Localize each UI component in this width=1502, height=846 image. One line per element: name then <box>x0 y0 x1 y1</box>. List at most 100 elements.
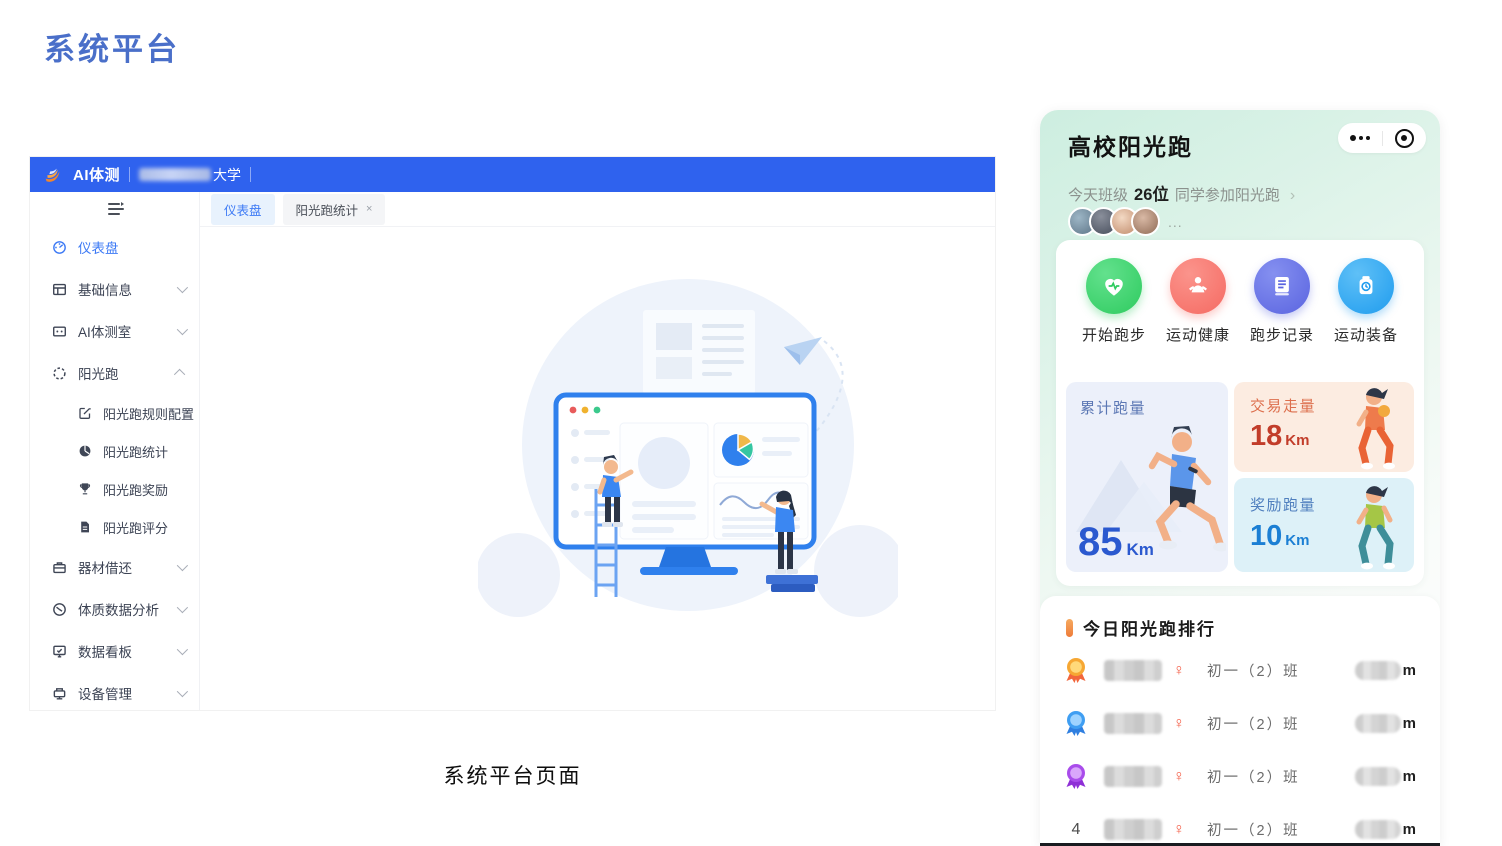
admin-top-bar: AI体测 大学 <box>30 157 995 192</box>
action-start-running[interactable]: 开始跑步 <box>1076 258 1152 345</box>
sidebar: 仪表盘 基础信息 AI体测室 阳光跑 阳光跑规则配置 <box>30 192 200 710</box>
walking-woman-green-figure <box>1344 484 1406 570</box>
ranking-row[interactable]: ♀ 初一（2）班 m <box>1040 644 1440 697</box>
run-stats-icon <box>77 444 92 459</box>
sidebar-item-equipment[interactable]: 器材借还 <box>30 546 199 588</box>
exercise-person-icon <box>1170 258 1226 314</box>
reward-trophy-icon <box>77 482 92 497</box>
record-circle-icon[interactable] <box>1383 123 1427 153</box>
miniapp-title: 高校阳光跑 <box>1068 128 1193 162</box>
organization-name: 大学 <box>139 165 241 185</box>
sidebar-item-device-management[interactable]: 设备管理 <box>30 672 199 714</box>
rule-config-icon <box>77 406 92 421</box>
distance-value: m <box>1355 714 1416 733</box>
distance-value: m <box>1355 767 1416 786</box>
menu-fold-icon[interactable] <box>108 202 124 221</box>
bronze-medal-icon <box>1060 763 1092 791</box>
stats-cards: 累计跑量 85Km 交易走量 <box>1066 382 1414 574</box>
ranking-row[interactable]: ♀ 初一（2）班 m <box>1040 697 1440 750</box>
chevron-down-icon <box>177 282 188 293</box>
female-icon: ♀ <box>1173 768 1185 786</box>
participant-avatars[interactable]: ... <box>1068 207 1183 236</box>
stat-trade-distance[interactable]: 交易走量 18Km <box>1234 382 1414 472</box>
chevron-down-icon <box>177 686 188 697</box>
tab-dashboard[interactable]: 仪表盘 <box>211 194 275 225</box>
female-icon: ♀ <box>1173 662 1185 680</box>
sidebar-item-sunrun-rule-config[interactable]: 阳光跑规则配置 <box>30 394 199 432</box>
action-gear[interactable]: 运动装备 <box>1328 258 1404 345</box>
masked-student-name <box>1104 819 1162 840</box>
masked-distance <box>1355 714 1401 733</box>
masked-distance <box>1355 820 1401 839</box>
ranking-row[interactable]: ♀ 初一（2）班 m <box>1040 750 1440 803</box>
gear-watch-icon <box>1338 258 1394 314</box>
sun-run-icon <box>52 366 67 381</box>
masked-student-name <box>1104 766 1162 787</box>
score-file-icon <box>77 520 92 535</box>
stat-total-distance[interactable]: 累计跑量 85Km <box>1066 382 1228 572</box>
gold-medal-icon <box>1060 657 1092 685</box>
sidebar-item-sunrun-score[interactable]: 阳光跑评分 <box>30 508 199 546</box>
sidebar-item-sunrun-reward[interactable]: 阳光跑奖励 <box>30 470 199 508</box>
brand-name: AI体测 <box>73 164 120 185</box>
sidebar-item-sun-run[interactable]: 阳光跑 <box>30 352 199 394</box>
dashboard-canvas <box>200 227 995 710</box>
distance-value: m <box>1355 661 1416 680</box>
ranking-row[interactable]: 4 ♀ 初一（2）班 m <box>1040 803 1440 846</box>
masked-student-name <box>1104 660 1162 681</box>
masked-distance <box>1355 767 1401 786</box>
female-icon: ♀ <box>1173 821 1185 839</box>
quick-actions: 开始跑步 运动健康 跑步记录 运动装备 <box>1056 240 1424 345</box>
participant-count: 26位 <box>1134 181 1169 205</box>
female-icon: ♀ <box>1173 715 1185 733</box>
avatar <box>1131 207 1160 236</box>
sidebar-item-dashboard[interactable]: 仪表盘 <box>30 226 199 268</box>
pie-panel <box>714 423 808 477</box>
close-tab-icon[interactable]: × <box>366 204 372 215</box>
rank-number: 4 <box>1060 821 1092 839</box>
chevron-up-icon <box>174 369 185 380</box>
orange-bar-icon <box>1066 619 1073 637</box>
dashboard-illustration <box>478 277 898 622</box>
sidebar-item-ai-room[interactable]: AI体测室 <box>30 310 199 352</box>
ai-room-icon <box>52 324 67 339</box>
avatars-more-label: ... <box>1168 214 1183 230</box>
screenshot-caption: 系统平台页面 <box>30 760 995 790</box>
chevron-down-icon <box>177 324 188 335</box>
chevron-down-icon <box>177 644 188 655</box>
wechat-capsule <box>1338 123 1426 153</box>
document-shape <box>643 310 755 394</box>
sidebar-item-physique-analysis[interactable]: 体质数据分析 <box>30 588 199 630</box>
chevron-down-icon <box>177 602 188 613</box>
sidebar-item-data-board[interactable]: 数据看板 <box>30 630 199 672</box>
chevron-down-icon <box>177 560 188 571</box>
masked-text <box>139 168 211 181</box>
admin-content: 仪表盘 阳光跑统计 × <box>200 192 995 710</box>
record-book-icon <box>1254 258 1310 314</box>
ranking-card: 今日阳光跑排行 ♀ 初一（2）班 m ♀ 初一（2）班 m <box>1040 596 1440 846</box>
silver-medal-icon <box>1060 710 1092 738</box>
equipment-bag-icon <box>52 560 67 575</box>
admin-platform-window: AI体测 大学 仪表盘 基础信息 <box>30 157 995 710</box>
device-icon <box>52 686 67 701</box>
header-divider <box>250 167 251 182</box>
tab-sunrun-stats[interactable]: 阳光跑统计 × <box>283 194 386 225</box>
action-health[interactable]: 运动健康 <box>1160 258 1236 345</box>
summary-card: 开始跑步 运动健康 跑步记录 运动装备 <box>1056 240 1424 586</box>
sidebar-item-sunrun-stats[interactable]: 阳光跑统计 <box>30 432 199 470</box>
action-run-records[interactable]: 跑步记录 <box>1244 258 1320 345</box>
masked-distance <box>1355 661 1401 680</box>
brand-logo-icon <box>42 164 64 186</box>
center-panel <box>620 423 708 539</box>
base-info-icon <box>52 282 67 297</box>
analysis-gauge-icon <box>52 602 67 617</box>
sidebar-item-base-info[interactable]: 基础信息 <box>30 268 199 310</box>
walking-woman-orange-figure <box>1344 386 1406 470</box>
tab-bar: 仪表盘 阳光跑统计 × <box>200 192 995 227</box>
stat-reward-distance[interactable]: 奖励跑量 10Km <box>1234 478 1414 572</box>
chevron-right-icon: › <box>1290 187 1295 205</box>
miniapp-window: 高校阳光跑 今天班级 26位 同学参加阳光跑 › ... 开始跑步 <box>1040 110 1440 846</box>
more-dots-icon[interactable] <box>1338 123 1382 153</box>
heart-pulse-icon <box>1086 258 1142 314</box>
participation-summary[interactable]: 今天班级 26位 同学参加阳光跑 › <box>1068 181 1295 205</box>
